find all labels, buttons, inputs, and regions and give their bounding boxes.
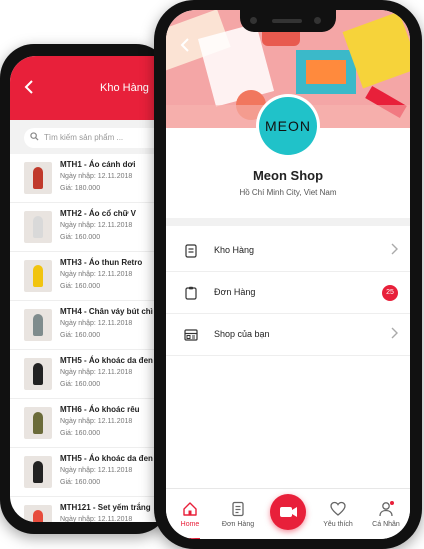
tab-ca-nhan[interactable]: Cá Nhân: [362, 489, 410, 539]
product-price: Giá: 160.000: [60, 479, 101, 486]
list-item[interactable]: MTH5 - Áo khoác da đen Ngày nhập: 12.11.2…: [10, 350, 170, 399]
product-date: Ngày nhập: 12.11.2018: [60, 173, 133, 180]
user-icon: [378, 501, 394, 517]
chevron-left-icon: [24, 80, 33, 94]
back-phone-frame: Kho Hàng Tìm kiếm sản phẩm ... MTH1 - Áo…: [0, 44, 170, 534]
product-figure: [33, 314, 43, 336]
section-divider: [166, 218, 410, 226]
product-price: Giá: 160.000: [60, 381, 101, 388]
product-name: MTH6 - Áo khoác rêu: [60, 405, 140, 414]
chevron-right-icon: [391, 243, 398, 258]
front-phone-frame: MEON Meon Shop Hồ Chí Minh City, Viet Na…: [154, 0, 422, 549]
shop-name: Meon Shop: [252, 168, 324, 183]
product-thumbnail: [24, 456, 52, 488]
menu-item-label: Kho Hàng: [214, 245, 255, 255]
product-name: MTH121 - Set yếm trắng: [60, 503, 151, 512]
product-price: Giá: 160.000: [60, 234, 101, 241]
search-bar: Tìm kiếm sản phẩm ...: [10, 120, 170, 154]
product-date: Ngày nhập: 12.11.2018: [60, 320, 133, 327]
tab-don-hang[interactable]: Đơn Hàng: [214, 489, 262, 539]
order-count-badge: 25: [382, 285, 398, 301]
product-name: MTH5 - Áo khoác da đen: [60, 356, 153, 365]
product-date: Ngày nhập: 12.11.2018: [60, 369, 133, 376]
product-price: Giá: 160.000: [60, 430, 101, 437]
heart-icon: [330, 501, 346, 517]
search-placeholder: Tìm kiếm sản phẩm ...: [44, 133, 124, 142]
product-name: MTH3 - Áo thun Retro: [60, 258, 143, 267]
product-date: Ngày nhập: 12.11.2018: [60, 467, 133, 474]
back-button[interactable]: [24, 80, 34, 99]
orders-icon: [230, 501, 246, 517]
product-figure: [33, 363, 43, 385]
clipboard-icon: [184, 286, 198, 300]
product-figure: [33, 510, 43, 522]
list-item[interactable]: MTH121 - Set yếm trắng Ngày nhập: 12.11.2…: [10, 497, 170, 522]
tab-label: Đơn Hàng: [221, 521, 255, 528]
product-thumbnail: [24, 211, 52, 243]
list-item[interactable]: MTH5 - Áo khoác da đen Ngày nhập: 12.11.2…: [10, 448, 170, 497]
video-camera-icon: [280, 507, 297, 517]
store-icon: [184, 328, 198, 342]
menu-item-kho-hang[interactable]: Kho Hàng: [166, 232, 410, 272]
list-item[interactable]: MTH2 - Áo cổ chữ V Ngày nhập: 12.11.2018 G…: [10, 203, 170, 252]
product-date: Ngày nhập: 12.11.2018: [60, 418, 133, 425]
product-thumbnail: [24, 260, 52, 292]
shop-location: Hồ Chí Minh City, Viet Nam: [239, 188, 337, 197]
product-date: Ngày nhập: 12.11.2018: [60, 516, 133, 522]
chevron-right-icon: [391, 327, 398, 342]
tab-yeu-thich[interactable]: Yêu thích: [314, 489, 362, 539]
menu-item-shop-cua-ban[interactable]: Shop của bạn: [166, 316, 410, 356]
menu-item-don-hang[interactable]: Đơn Hàng 25: [166, 274, 410, 314]
list-item[interactable]: MTH1 - Áo cánh dơi Ngày nhập: 12.11.2018 G…: [10, 154, 170, 203]
back-button[interactable]: [180, 38, 190, 55]
search-icon: [30, 128, 39, 148]
product-date: Ngày nhập: 12.11.2018: [60, 222, 133, 229]
inventory-header: Kho Hàng: [10, 56, 170, 120]
product-figure: [33, 265, 43, 287]
product-thumbnail: [24, 407, 52, 439]
phone-notch: [240, 10, 336, 32]
product-date: Ngày nhập: 12.11.2018: [60, 271, 133, 278]
product-name: MTH2 - Áo cổ chữ V: [60, 209, 137, 218]
product-thumbnail: [24, 162, 52, 194]
menu-item-label: Shop của bạn: [214, 329, 270, 339]
home-icon: [182, 501, 198, 517]
list-item[interactable]: MTH3 - Áo thun Retro Ngày nhập: 12.11.201…: [10, 252, 170, 301]
product-figure: [33, 216, 43, 238]
product-thumbnail: [24, 505, 52, 522]
search-input[interactable]: Tìm kiếm sản phẩm ...: [24, 128, 170, 148]
product-name: MTH1 - Áo cánh dơi: [60, 160, 136, 169]
inventory-title: Kho Hàng: [100, 82, 149, 94]
live-video-button[interactable]: [270, 494, 306, 530]
product-price: Giá: 160.000: [60, 332, 101, 339]
shop-profile-screen: MEON Meon Shop Hồ Chí Minh City, Viet Na…: [166, 10, 410, 539]
inventory-icon: [184, 244, 198, 258]
avatar-logo-text: MEON: [259, 97, 317, 155]
shop-avatar[interactable]: MEON: [256, 94, 320, 158]
product-figure: [33, 461, 43, 483]
product-name: MTH4 - Chân váy bút chì: [60, 307, 153, 316]
chevron-left-icon: [180, 38, 189, 52]
tab-label: Cá Nhân: [372, 521, 400, 528]
list-item[interactable]: MTH6 - Áo khoác rêu Ngày nhập: 12.11.2018…: [10, 399, 170, 448]
product-thumbnail: [24, 309, 52, 341]
product-price: Giá: 180.000: [60, 185, 101, 192]
product-figure: [33, 167, 43, 189]
tab-label: Home: [180, 521, 200, 528]
product-figure: [33, 412, 43, 434]
product-price: Giá: 160.000: [60, 283, 101, 290]
active-tab-indicator: [180, 538, 200, 539]
product-list: MTH1 - Áo cánh dơi Ngày nhập: 12.11.2018 G…: [10, 154, 170, 522]
inventory-screen: Kho Hàng Tìm kiếm sản phẩm ... MTH1 - Áo…: [10, 56, 170, 522]
tab-label: Yêu thích: [323, 521, 353, 528]
tab-home[interactable]: Home: [166, 489, 214, 539]
product-thumbnail: [24, 358, 52, 390]
list-item[interactable]: MTH4 - Chân váy bút chì Ngày nhập: 12.11.…: [10, 301, 170, 350]
menu-item-label: Đơn Hàng: [214, 287, 256, 297]
product-name: MTH5 - Áo khoác da đen: [60, 454, 153, 463]
